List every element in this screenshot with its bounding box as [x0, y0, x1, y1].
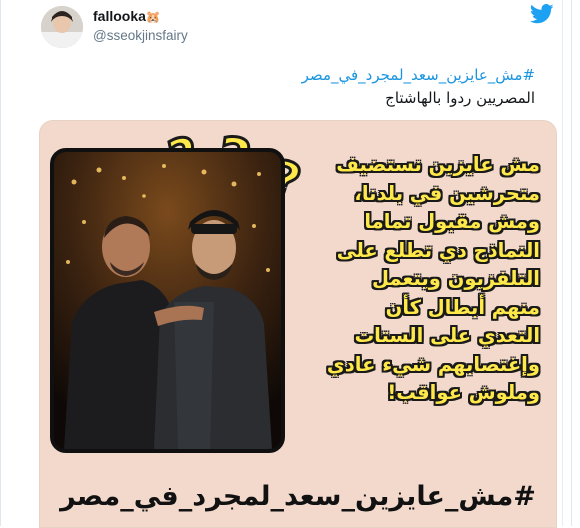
- overlay-line: ومش مقبول تماما: [364, 210, 540, 233]
- overlay-line: النماذج دي تطلع على: [336, 238, 540, 262]
- display-name-text: fallooka: [93, 8, 146, 24]
- image-hashtag: #مش_عايزين_سعد_لمجرد_في_مصر: [60, 481, 536, 512]
- user-handle[interactable]: @sseokjinsfairy: [93, 28, 188, 43]
- overlay-text-block: مش عايزين نستضيف متحرشين في بلدنا، ومش م…: [280, 151, 540, 408]
- hashtag-link[interactable]: #مش_عايزين_سعد_لمجرد_في_مصر: [302, 66, 535, 84]
- overlay-line: التعدي على الستات: [354, 324, 540, 347]
- tweet-text: المصريين ردوا بالهاشتاج: [385, 89, 535, 107]
- photo-frame: [50, 148, 285, 453]
- overlay-line: وإغتصابهم شيء عادي: [326, 352, 540, 376]
- overlay-line: التلفزيون ويتعمل: [372, 267, 540, 290]
- avatar[interactable]: [41, 6, 83, 48]
- overlay-line: مش عايزين نستضيف: [336, 153, 540, 176]
- overlay-line: وملوش عواقب!: [387, 381, 540, 404]
- avatar-photo-icon: [41, 6, 83, 48]
- overlay-line: منهم أبطال كأن: [385, 295, 540, 319]
- twitter-bird-icon[interactable]: [530, 4, 554, 24]
- tweet-media-image[interactable]: ? ? ?: [39, 120, 557, 528]
- scrollbar-track[interactable]: [562, 0, 571, 526]
- tweet-card: fallooka🐹 @sseokjinsfairy #مش_عايزين_سعد…: [0, 0, 572, 528]
- display-name[interactable]: fallooka🐹: [93, 8, 161, 24]
- hamster-emoji-icon: 🐹: [145, 10, 161, 24]
- overlay-line: متحرشين في بلدنا،: [354, 181, 540, 205]
- two-men-photo-icon: [54, 152, 281, 449]
